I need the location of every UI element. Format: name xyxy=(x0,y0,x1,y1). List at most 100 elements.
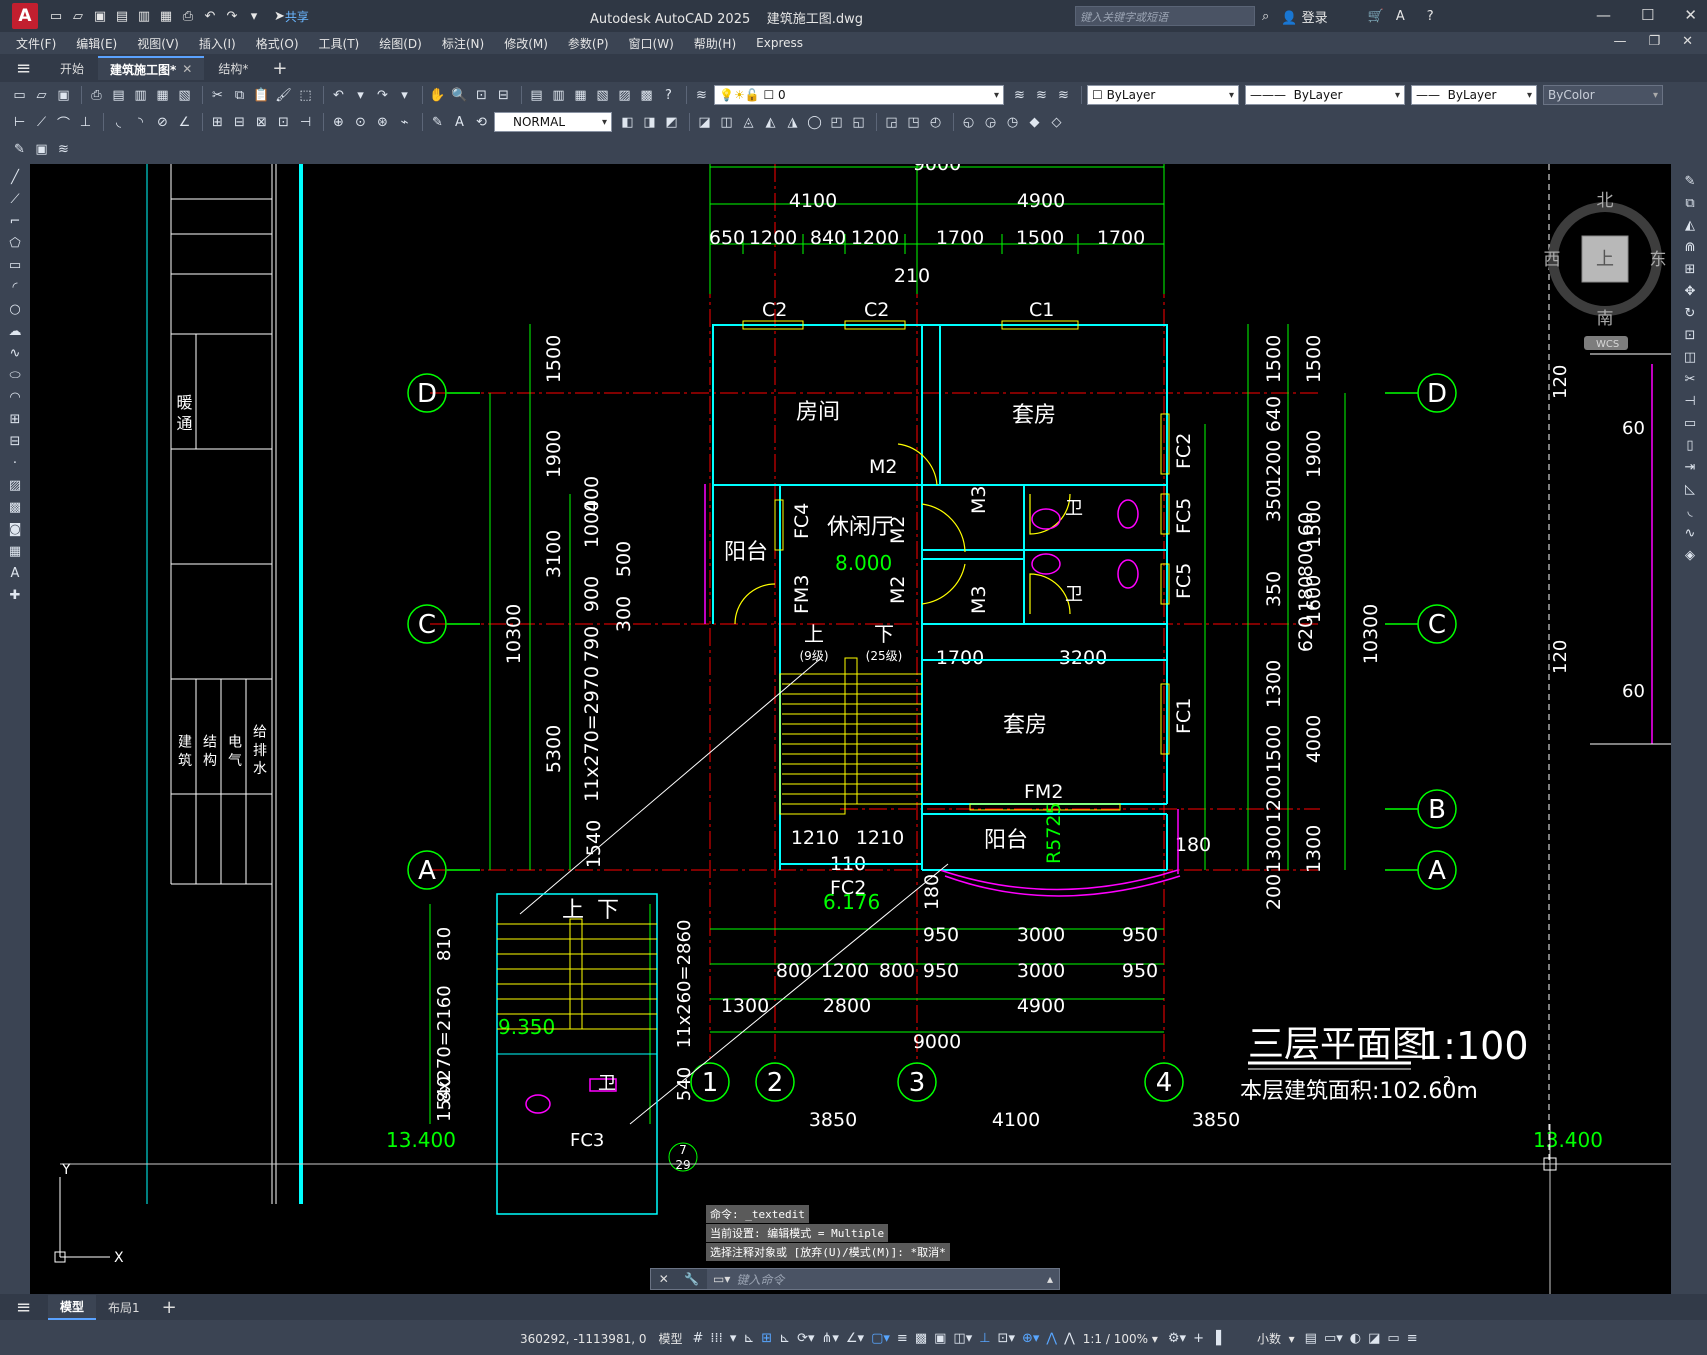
polygon-icon[interactable]: ⬠ xyxy=(7,236,23,254)
ucs-view-icon[interactable]: ◯ xyxy=(805,113,824,132)
layer-dropdown[interactable]: 💡☀🔓 ☐ 0 ▾ xyxy=(714,85,1004,105)
selection-filter-icon[interactable]: ⊡▾ xyxy=(998,1331,1015,1346)
ellipse-icon[interactable]: ⬭ xyxy=(7,368,23,386)
selection-cycling-icon[interactable]: ▣ xyxy=(934,1331,946,1346)
command-expand-icon[interactable]: ▴ xyxy=(1047,1272,1053,1286)
print-icon[interactable]: ⎙ xyxy=(87,86,106,105)
sign-icon[interactable]: ✎ xyxy=(10,140,29,159)
help-icon[interactable]: ? xyxy=(1427,9,1434,24)
linetype-dropdown[interactable]: ——— ByLayer ▾ xyxy=(1245,85,1405,105)
view-front-icon[interactable]: ◩ xyxy=(662,113,681,132)
user-icon[interactable]: 👤 登录 xyxy=(1281,7,1327,26)
revcloud-icon[interactable]: ☁ xyxy=(7,324,23,342)
line-icon[interactable]: ╱ xyxy=(7,170,23,188)
break-icon[interactable]: ⊣ xyxy=(296,113,315,132)
point-icon[interactable]: · xyxy=(7,456,23,474)
search-icon[interactable]: ⌕ xyxy=(1262,9,1269,24)
menu-item[interactable]: 视图(V) xyxy=(127,35,189,52)
ortho-icon[interactable]: ⊾ xyxy=(779,1331,790,1346)
color-dropdown[interactable]: ☐ ByLayer ▾ xyxy=(1087,85,1239,105)
extrude-icon[interactable]: ◵ xyxy=(959,113,978,132)
annotation-scale[interactable]: 1:1 / 100% ▾ xyxy=(1083,1332,1158,1346)
customize-icon[interactable]: ≡ xyxy=(1407,1331,1418,1346)
table-icon[interactable]: ▦ xyxy=(7,544,23,562)
make-current-layer-icon[interactable]: ≋ xyxy=(1010,86,1029,105)
menu-icon[interactable]: ≡ xyxy=(16,58,36,79)
web-open-icon[interactable]: ▥ xyxy=(136,8,152,24)
units-icon[interactable]: ▐ xyxy=(1211,1331,1221,1346)
dim-edit-icon[interactable]: ✎ xyxy=(428,113,447,132)
sheet-set-icon[interactable]: ▧ xyxy=(593,86,612,105)
properties-icon[interactable]: ▤ xyxy=(527,86,546,105)
radius-icon[interactable]: ◟ xyxy=(109,113,128,132)
spline-icon[interactable]: ∿ xyxy=(7,346,23,364)
jogged-icon[interactable]: ◝ xyxy=(131,113,150,132)
zoom-previous-icon[interactable]: ⊟ xyxy=(494,86,513,105)
linear-dim-icon[interactable]: ⊢ xyxy=(10,113,29,132)
preview-icon[interactable]: ▤ xyxy=(109,86,128,105)
close-icon[interactable]: ✕ xyxy=(659,1272,669,1286)
save-as-icon[interactable]: ▤ xyxy=(114,8,130,24)
scale-icon[interactable]: ⊡ xyxy=(1682,328,1698,346)
view-3d-icon[interactable]: ◨ xyxy=(640,113,659,132)
doc-minimize-icon[interactable]: — xyxy=(1613,34,1626,49)
redo-icon[interactable]: ↷ xyxy=(373,86,392,105)
cart-icon[interactable]: 🛒 xyxy=(1368,9,1384,24)
extend-icon[interactable]: ⊣ xyxy=(1682,394,1698,412)
snap-dropdown-icon[interactable]: ▾ xyxy=(730,1331,737,1346)
loft-icon[interactable]: ◆ xyxy=(1025,113,1044,132)
arc-length-icon[interactable]: ⌒ xyxy=(54,113,73,132)
offset-icon[interactable]: ⋒ xyxy=(1682,240,1698,258)
aligned-dim-icon[interactable]: ⟋ xyxy=(32,113,51,132)
space-icon[interactable]: ⊡ xyxy=(274,113,293,132)
undo-icon[interactable]: ↶ xyxy=(202,8,218,24)
share-button[interactable]: ➤ 共享 xyxy=(274,8,309,24)
menu-item[interactable]: 文件(F) xyxy=(0,35,66,52)
block-editor-icon[interactable]: ⬚ xyxy=(296,86,315,105)
chamfer-icon[interactable]: ◺ xyxy=(1682,482,1698,500)
maximize-icon[interactable]: ☐ xyxy=(1641,6,1654,24)
add-selected-icon[interactable]: ✚ xyxy=(7,588,23,606)
jogged-linear-icon[interactable]: ⌁ xyxy=(395,113,414,132)
explode-icon[interactable]: ◈ xyxy=(1682,548,1698,566)
dim-style-icon[interactable]: ◧ xyxy=(618,113,637,132)
copy-object-icon[interactable]: ⧉ xyxy=(1682,196,1698,214)
quick-properties-icon[interactable]: ▤ xyxy=(1305,1331,1317,1346)
hardware-accel-icon[interactable]: ◪ xyxy=(1368,1331,1380,1346)
join-icon[interactable]: ⇥ xyxy=(1682,460,1698,478)
model-space-toggle[interactable]: 模型 xyxy=(658,1330,682,1347)
ucs-zaxis-icon[interactable]: ◱ xyxy=(849,113,868,132)
menu-item[interactable]: 标注(N) xyxy=(432,35,494,52)
doc-restore-icon[interactable]: ❐ xyxy=(1648,34,1660,49)
dim-text-edit-icon[interactable]: A xyxy=(450,113,469,132)
array-icon[interactable]: ⊞ xyxy=(1682,262,1698,280)
drawing-canvas[interactable]: 暖 通 建 筑 结 构 电 气 给 排 水 D C A D C B A 1 2 … xyxy=(30,164,1671,1294)
save-icon[interactable]: ▣ xyxy=(92,8,108,24)
ucs-icon[interactable]: ◪ xyxy=(695,113,714,132)
plot-icon[interactable]: ▦ xyxy=(153,86,172,105)
dynamic-input-icon[interactable]: ⊞ xyxy=(761,1331,772,1346)
open-file-icon[interactable]: ▱ xyxy=(70,8,86,24)
polyline-icon[interactable]: ⌐ xyxy=(7,214,23,232)
continuous-orbit-icon[interactable]: ◴ xyxy=(926,113,945,132)
menu-item[interactable]: 参数(P) xyxy=(558,35,619,52)
region-icon[interactable]: ◙ xyxy=(7,522,23,540)
customize-qat-icon[interactable]: ▾ xyxy=(246,8,262,24)
workspace-icon[interactable]: ⚙▾ xyxy=(1168,1331,1186,1346)
lineweight-icon[interactable]: ≡ xyxy=(897,1331,908,1346)
polar-icon[interactable]: ⟳▾ xyxy=(797,1331,814,1346)
new-file-icon[interactable]: ▭ xyxy=(48,8,64,24)
ucs-prev-icon[interactable]: ◬ xyxy=(739,113,758,132)
tool-palettes-icon[interactable]: ▦ xyxy=(571,86,590,105)
menu-item[interactable]: 帮助(H) xyxy=(684,35,746,52)
3d-osnap-icon[interactable]: ◫▾ xyxy=(953,1331,972,1346)
help-icon[interactable]: ? xyxy=(659,86,678,105)
menu-item[interactable]: 绘图(D) xyxy=(369,35,432,52)
undo-dropdown-icon[interactable]: ▾ xyxy=(351,86,370,105)
erase-icon[interactable]: ✎ xyxy=(1682,174,1698,192)
gradient-icon[interactable]: ▩ xyxy=(7,500,23,518)
paste-icon[interactable]: 📋 xyxy=(252,86,271,105)
osnap-icon[interactable]: ▢▾ xyxy=(871,1331,890,1346)
continue-icon[interactable]: ⊠ xyxy=(252,113,271,132)
tab-model[interactable]: 模型 xyxy=(48,1294,97,1320)
